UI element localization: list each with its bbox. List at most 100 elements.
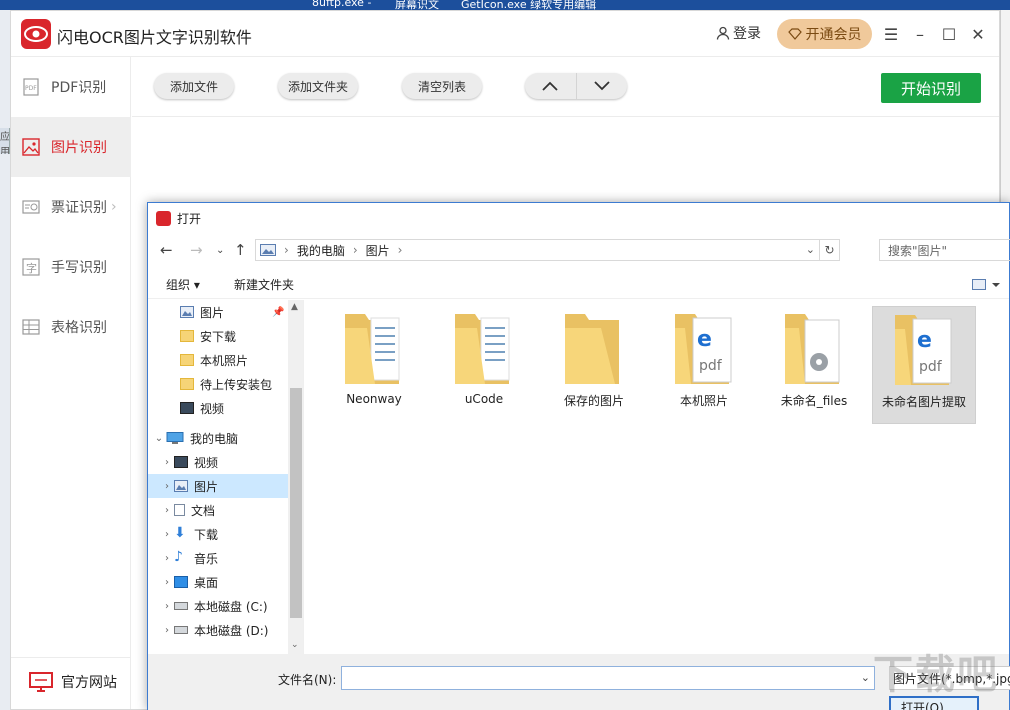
vip-button[interactable]: 开通会员 <box>777 19 872 49</box>
tree-item[interactable]: 视频 <box>148 396 288 420</box>
expand-arrow-icon[interactable]: › <box>160 625 174 636</box>
start-recognition-button[interactable]: 开始识别 <box>881 73 981 103</box>
breadcrumb-item[interactable]: 图片 <box>366 242 390 259</box>
minimize-icon[interactable]: – <box>909 23 931 45</box>
taskbar-item[interactable]: GetIcon.exe 绿软专用编辑 <box>461 0 596 10</box>
view-options-icon[interactable] <box>972 279 1002 291</box>
expand-arrow-icon[interactable]: › <box>160 505 174 516</box>
refresh-icon[interactable]: ↻ <box>819 240 839 260</box>
tree-item[interactable]: › 桌面 <box>148 570 288 594</box>
file-type-select[interactable]: 图片文件(*.bmp,*.jpg, <box>889 666 1010 690</box>
expand-arrow-icon[interactable]: › <box>160 553 174 564</box>
folder-item-selected[interactable]: e pdf 未命名图片提取 <box>872 306 976 424</box>
folder-icon <box>180 378 194 390</box>
tree-item-selected[interactable]: › 图片 <box>148 474 288 498</box>
folder-pdf-icon: e pdf <box>675 314 732 384</box>
handwrite-icon: 字 <box>22 258 40 276</box>
filename-input[interactable]: ⌄ <box>341 666 875 690</box>
address-row: ← → ⌄ ↑ › 我的电脑 › 图片 › ⌄ ↻ 搜索"图片" <box>148 235 1010 265</box>
add-file-button[interactable]: 添加文件 <box>154 73 234 99</box>
app-logo-icon <box>21 19 51 49</box>
add-folder-button[interactable]: 添加文件夹 <box>278 73 358 99</box>
expand-arrow-icon[interactable]: › <box>160 481 174 492</box>
close-icon[interactable]: ✕ <box>967 23 989 45</box>
tree-item[interactable]: 待上传安装包 <box>148 372 288 396</box>
breadcrumb-item[interactable]: 我的电脑 <box>297 242 345 259</box>
sidebar: PDF PDF识别 图片识别 票证识别 › 字 手写识别 表格识别 官方网站 <box>11 57 131 709</box>
expand-arrow-icon[interactable]: › <box>160 457 174 468</box>
scroll-down-icon[interactable]: ⌄ <box>291 640 299 650</box>
move-down-button[interactable] <box>577 73 628 99</box>
desktop-taskbar: 8uftp.exe - 屏幕识文 GetIcon.exe 绿软专用编辑 <box>0 0 1010 10</box>
expand-arrow-icon[interactable]: › <box>160 529 174 540</box>
folder-item[interactable]: e pdf 本机照片 <box>652 306 756 424</box>
toolbar: 添加文件 添加文件夹 清空列表 开始识别 <box>132 57 999 117</box>
tree-item[interactable]: › ⬇ 下载 <box>148 522 288 546</box>
reorder-buttons <box>525 73 627 99</box>
sidebar-item-handwrite[interactable]: 字 手写识别 <box>11 237 131 297</box>
svg-text:e: e <box>917 328 932 353</box>
tree-item-label: 本地磁盘 (D:) <box>194 623 269 638</box>
new-folder-button[interactable]: 新建文件夹 <box>234 276 294 293</box>
forward-icon[interactable]: → <box>190 241 203 259</box>
sidebar-item-pdf[interactable]: PDF PDF识别 <box>11 57 131 117</box>
maximize-icon[interactable]: ☐ <box>938 23 960 45</box>
back-icon[interactable]: ← <box>160 241 173 259</box>
menu-icon[interactable]: ☰ <box>880 23 902 45</box>
recent-dropdown-icon[interactable]: ⌄ <box>216 245 224 256</box>
tree-item[interactable]: › 本地磁盘 (C:) <box>148 594 288 618</box>
file-name: 未命名_files <box>780 394 848 408</box>
tree-scrollbar[interactable]: ▲ ⌄ <box>288 300 303 654</box>
folder-item[interactable]: 未命名_files <box>762 306 866 424</box>
command-bar: 组织 ▾ 新建文件夹 <box>148 269 1009 299</box>
sidebar-item-table[interactable]: 表格识别 <box>11 297 131 357</box>
up-icon[interactable]: ↑ <box>234 241 247 259</box>
sidebar-item-label: 票证识别 <box>51 200 107 216</box>
ticket-icon <box>22 200 40 214</box>
tree-item-my-computer[interactable]: ⌄ 我的电脑 <box>148 426 288 450</box>
scrollbar-thumb[interactable] <box>290 388 302 618</box>
open-file-dialog: 打开 ← → ⌄ ↑ › 我的电脑 › 图片 › ⌄ ↻ 搜索"图片" 组织 ▾… <box>147 202 1010 710</box>
tree-item[interactable]: 安下载 <box>148 324 288 348</box>
tree-item[interactable]: › ♪ 音乐 <box>148 546 288 570</box>
tree-item[interactable]: › 视频 <box>148 450 288 474</box>
sidebar-item-image[interactable]: 图片识别 <box>11 117 131 177</box>
background-window-tab[interactable]: 应用 <box>0 128 10 154</box>
sidebar-item-ticket[interactable]: 票证识别 › <box>11 177 131 237</box>
taskbar-item[interactable]: 屏幕识文 <box>395 0 439 10</box>
tree-item[interactable]: › 本地磁盘 (D:) <box>148 618 288 642</box>
address-bar[interactable]: › 我的电脑 › 图片 › ⌄ ↻ <box>255 239 840 261</box>
tree-item[interactable]: 本机照片 <box>148 348 288 372</box>
app-title: 闪电OCR图片文字识别软件 <box>57 28 252 47</box>
image-icon <box>22 138 40 156</box>
scroll-up-icon[interactable]: ▲ <box>291 302 298 312</box>
tree-item[interactable]: › 文档 <box>148 498 288 522</box>
download-icon: ⬇ <box>174 525 186 541</box>
expand-arrow-icon[interactable]: › <box>160 577 174 588</box>
folder-item[interactable]: Neonway <box>322 306 426 424</box>
organize-menu[interactable]: 组织 ▾ <box>166 276 200 293</box>
tree-item[interactable]: 图片 📌 <box>148 300 288 324</box>
move-up-button[interactable] <box>525 73 577 99</box>
folder-item[interactable]: uCode <box>432 306 536 424</box>
clear-list-button[interactable]: 清空列表 <box>402 73 482 99</box>
official-site-link[interactable]: 官方网站 <box>11 657 131 705</box>
folder-icon <box>180 330 194 342</box>
dialog-title-bar: 打开 <box>148 203 1009 233</box>
taskbar-item[interactable]: 8uftp.exe - <box>312 0 371 9</box>
chevron-right-icon: › <box>111 199 117 215</box>
dialog-footer: 文件名(N): ⌄ 图片文件(*.bmp,*.jpg, 打开(O) <box>148 654 1010 710</box>
login-button[interactable]: 登录 <box>716 23 761 43</box>
tree-item-label: 视频 <box>194 455 219 470</box>
app-logo-icon <box>156 210 171 226</box>
search-input[interactable]: 搜索"图片" <box>879 239 1010 261</box>
chevron-down-icon[interactable]: ⌄ <box>861 671 870 684</box>
expand-arrow-icon[interactable]: ⌄ <box>152 433 166 444</box>
expand-arrow-icon[interactable]: › <box>160 601 174 612</box>
chevron-down-icon <box>594 81 610 91</box>
folder-item[interactable]: 保存的图片 <box>542 306 646 424</box>
folder-pdf-icon: e pdf <box>895 315 952 385</box>
open-button[interactable]: 打开(O) <box>889 696 979 710</box>
pictures-icon <box>260 244 276 256</box>
chevron-down-icon[interactable]: ⌄ <box>806 243 815 256</box>
